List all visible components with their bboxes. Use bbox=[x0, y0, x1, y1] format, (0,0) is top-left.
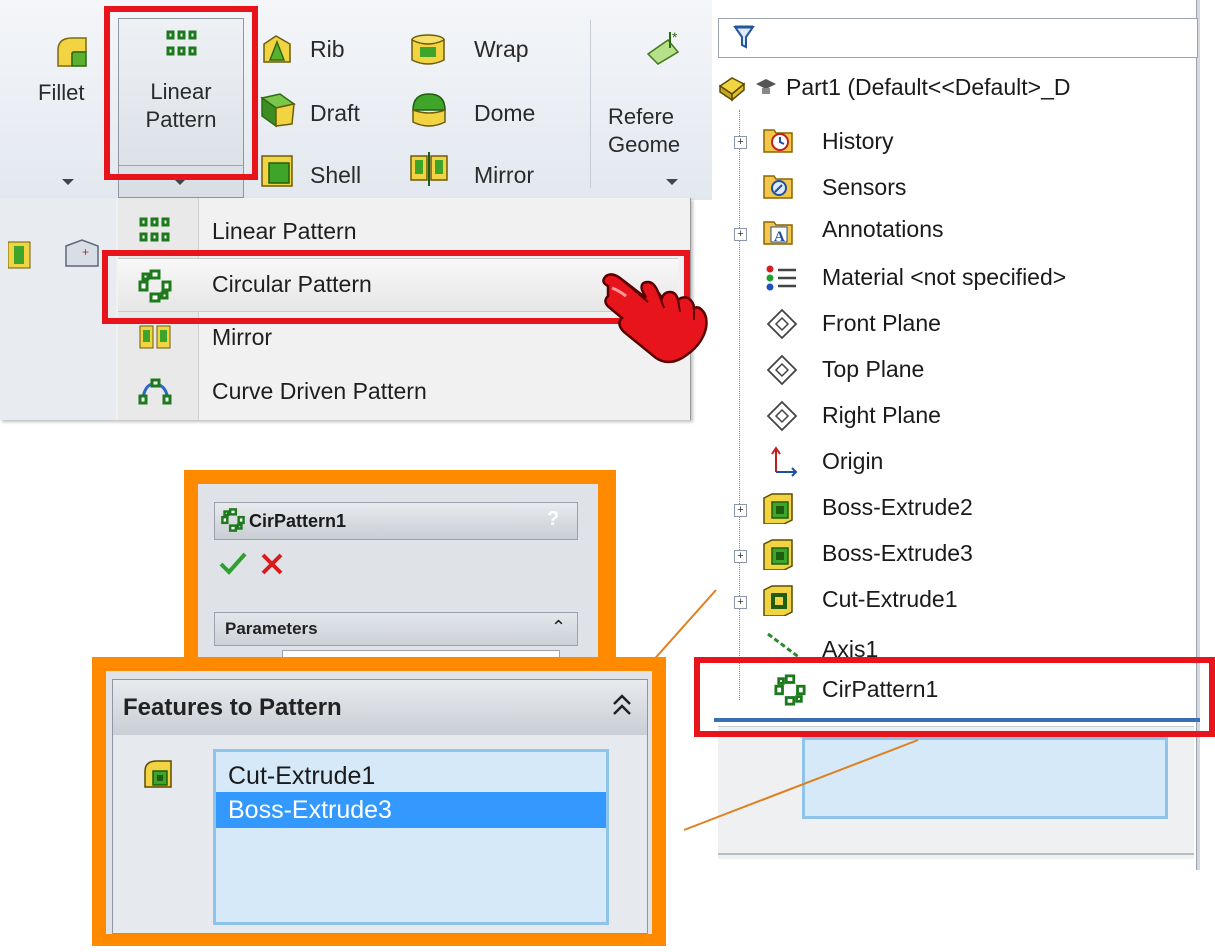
help-button[interactable]: ? bbox=[547, 508, 559, 531]
list-item-label: Boss-Extrude3 bbox=[228, 796, 392, 824]
features-to-pattern-callout: Features to Pattern Cut-Extrude1 Boss-Ex… bbox=[92, 657, 666, 946]
property-manager-title: CirPattern1 bbox=[249, 511, 347, 531]
features-to-pattern-panel: Features to Pattern Cut-Extrude1 Boss-Ex… bbox=[106, 671, 652, 934]
collapse-icon[interactable] bbox=[611, 692, 633, 718]
parameters-section-header[interactable]: Parameters ⌃ bbox=[214, 612, 578, 646]
list-item-selected[interactable]: Boss-Extrude3 bbox=[216, 792, 606, 828]
checkmark-icon bbox=[219, 552, 247, 575]
list-item[interactable]: Cut-Extrude1 bbox=[216, 756, 606, 792]
callout-line-bottom bbox=[683, 739, 919, 831]
features-to-pattern-header[interactable]: Features to Pattern bbox=[112, 679, 648, 737]
circular-pattern-icon bbox=[221, 508, 245, 532]
collapse-icon[interactable]: ⌃ bbox=[551, 617, 566, 638]
features-to-pattern-title: Features to Pattern bbox=[123, 694, 342, 721]
property-manager-header: CirPattern1 ? bbox=[214, 502, 578, 540]
parameters-label: Parameters bbox=[225, 619, 318, 638]
cancel-button[interactable] bbox=[260, 552, 284, 576]
list-item-label: Cut-Extrude1 bbox=[228, 762, 376, 790]
features-to-pattern-body: Cut-Extrude1 Boss-Extrude3 bbox=[112, 735, 648, 934]
features-icon bbox=[141, 759, 175, 791]
close-icon bbox=[261, 553, 283, 575]
property-manager-callout: CirPattern1 ? Parameters ⌃ bbox=[184, 470, 616, 672]
features-list[interactable]: Cut-Extrude1 Boss-Extrude3 bbox=[213, 749, 609, 925]
property-manager-panel: CirPattern1 ? Parameters ⌃ bbox=[198, 484, 598, 672]
callout-line-top bbox=[649, 589, 717, 665]
ok-button[interactable] bbox=[218, 550, 248, 576]
